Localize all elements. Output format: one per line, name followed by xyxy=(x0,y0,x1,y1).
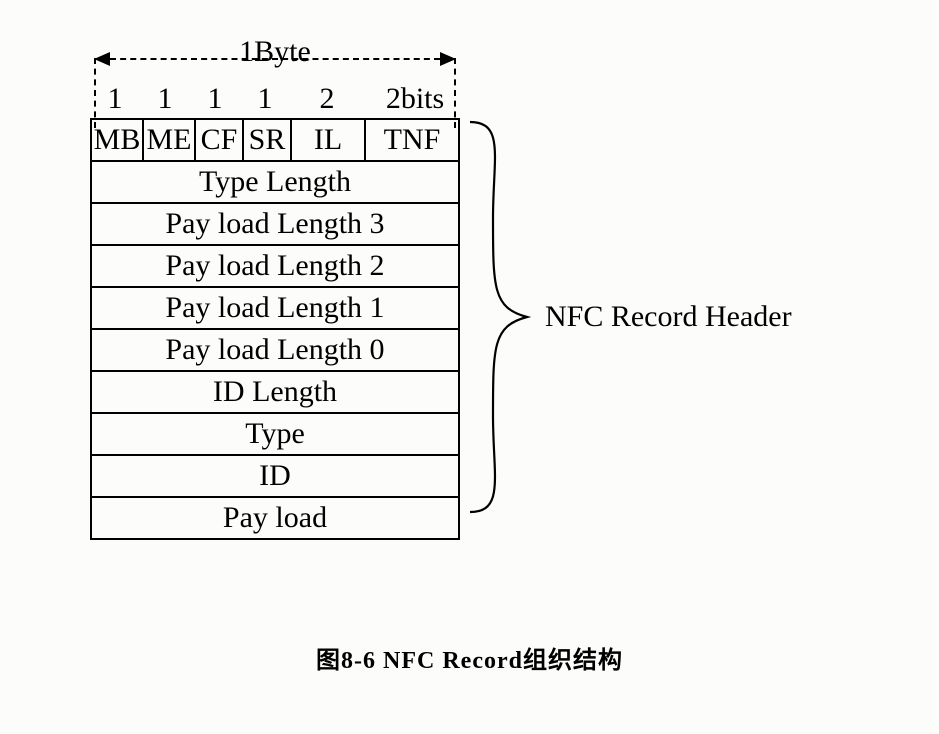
row-payload-length-3: Pay load Length 3 xyxy=(91,203,459,245)
byte-width-indicator: 1Byte xyxy=(90,30,460,74)
record-structure-table: MB ME CF SR IL TNF Type Length Pay load … xyxy=(90,118,460,540)
bit-count-sr: 1 xyxy=(240,82,290,116)
arrow-left-icon xyxy=(94,52,110,66)
row-payload-length-1: Pay load Length 1 xyxy=(91,287,459,329)
flag-cf: CF xyxy=(195,119,243,161)
nfc-record-header-label: NFC Record Header xyxy=(545,300,792,334)
bit-count-il: 2 xyxy=(290,82,364,116)
row-type-length: Type Length xyxy=(91,161,459,203)
byte-width-label: 1Byte xyxy=(90,30,460,74)
flag-tnf: TNF xyxy=(365,119,459,161)
flag-mb: MB xyxy=(91,119,143,161)
row-payload: Pay load xyxy=(91,497,459,539)
row-type: Type xyxy=(91,413,459,455)
dashed-tick-right xyxy=(454,58,456,128)
bit-count-cf: 1 xyxy=(190,82,240,116)
row-id: ID xyxy=(91,455,459,497)
bit-count-tnf: 2bits xyxy=(364,82,460,116)
bit-numbers-row: 1 1 1 1 2 2bits xyxy=(90,74,460,118)
row-payload-length-0: Pay load Length 0 xyxy=(91,329,459,371)
flags-row: MB ME CF SR IL TNF xyxy=(91,119,459,161)
figure-caption: 图8-6 NFC Record组织结构 xyxy=(0,640,939,675)
curly-brace-icon xyxy=(465,118,535,516)
flag-me: ME xyxy=(143,119,195,161)
bit-count-me: 1 xyxy=(140,82,190,116)
row-payload-length-2: Pay load Length 2 xyxy=(91,245,459,287)
dashed-tick-left xyxy=(94,58,96,128)
row-id-length: ID Length xyxy=(91,371,459,413)
bit-count-mb: 1 xyxy=(90,82,140,116)
flag-il: IL xyxy=(291,119,365,161)
flag-sr: SR xyxy=(243,119,291,161)
dashed-span-line xyxy=(110,58,440,60)
